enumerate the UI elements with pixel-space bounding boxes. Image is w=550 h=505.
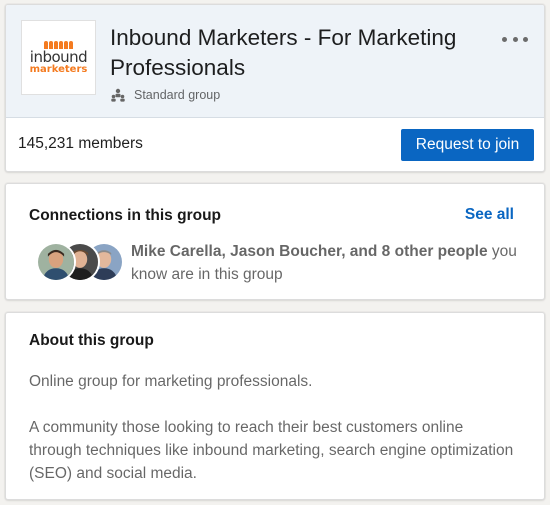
connections-avatars[interactable] (36, 242, 126, 284)
members-count: 145,231 members (18, 135, 143, 152)
group-logo[interactable]: inbound marketers (21, 20, 96, 95)
group-type-label: Standard group (134, 88, 221, 102)
about-card: About this group Online group for market… (5, 312, 545, 500)
request-to-join-button[interactable]: Request to join (401, 129, 534, 161)
about-paragraph: Online group for marketing professionals… (29, 373, 313, 390)
avatar[interactable] (36, 242, 76, 282)
see-all-link[interactable]: See all (465, 206, 514, 224)
group-people-icon (110, 87, 126, 103)
group-header-card: inbound marketers Inbound Marketers - Fo… (5, 4, 545, 172)
connection-names[interactable]: Mike Carella, Jason Boucher, and 8 other… (131, 243, 488, 260)
connections-card: Connections in this group See all Mike C… (5, 183, 545, 300)
more-horizontal-icon (502, 36, 507, 42)
connections-description: Mike Carella, Jason Boucher, and 8 other… (131, 240, 531, 286)
group-header-top: inbound marketers Inbound Marketers - Fo… (6, 5, 544, 118)
logo-text-inbound: inbound (29, 47, 88, 66)
group-type: Standard group (110, 87, 220, 103)
about-description: Online group for marketing professionals… (29, 370, 519, 485)
group-title: Inbound Marketers - For Marketing Profes… (110, 25, 457, 80)
about-title: About this group (29, 332, 154, 349)
connections-title: Connections in this group (29, 207, 222, 224)
about-paragraph: A community those looking to reach their… (29, 419, 514, 482)
logo-text-marketers: marketers (29, 63, 88, 75)
more-options-button[interactable] (502, 31, 528, 47)
